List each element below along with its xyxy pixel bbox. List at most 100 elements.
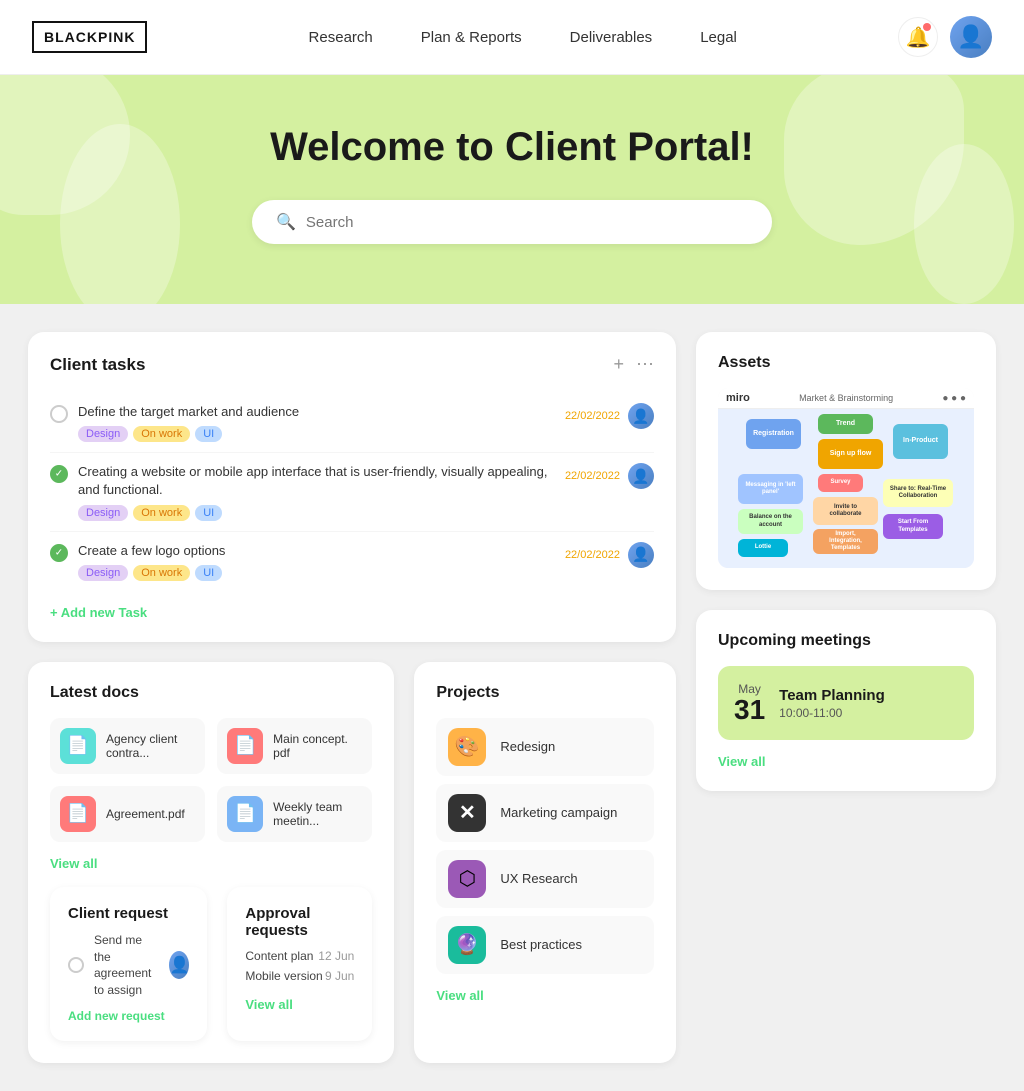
project-name-bestpractices: Best practices [500,937,582,952]
miro-subtitle: Market & Brainstorming [799,393,893,403]
task-content-2: Creating a website or mobile app interfa… [78,463,565,520]
tasks-title: Client tasks [50,355,145,375]
task-checkbox-3[interactable] [50,544,68,562]
task-text-1: Define the target market and audience [78,403,299,421]
client-tasks-card: Client tasks + ⋯ Define the target marke… [28,332,676,642]
bottom-section: Latest docs 📄 Agency client contra... 📄 … [28,662,676,1063]
approval-view-all[interactable]: View all [245,997,354,1012]
docs-view-all[interactable]: View all [50,856,372,871]
tag-ui-3: UI [195,565,222,581]
assets-card: Assets miro Market & Brainstorming ● ● ●… [696,332,996,590]
request-item: Send me the agreement to assign 👤 [68,932,189,999]
client-request-title: Client request [68,905,189,922]
meeting-name: Team Planning [779,687,885,704]
task-content-3: Create a few logo options Design On work… [78,542,225,581]
nav-legal[interactable]: Legal [700,29,737,46]
nav-research[interactable]: Research [309,29,373,46]
request-avatar: 👤 [169,951,189,979]
doc-icon-contract: 📄 [60,728,96,764]
tag-design-3: Design [78,565,128,581]
upcoming-meetings-card: Upcoming meetings May 31 Team Planning 1… [696,610,996,791]
projects-card: Projects 🎨 Redesign ✕ Marketing campaign… [414,662,676,1063]
avatar-image: 👤 [957,24,984,50]
meeting-time: 10:00-11:00 [779,706,885,720]
project-icon-redesign: 🎨 [448,728,486,766]
main-nav: Research Plan & Reports Deliverables Leg… [309,29,737,46]
project-item-marketing[interactable]: ✕ Marketing campaign [436,784,654,842]
search-icon: 🔍 [276,212,296,232]
task-row: Create a few logo options Design On work… [50,532,654,591]
miro-canvas: Registration Trend Sign up flow In-Produ… [718,409,974,568]
client-request-card: Client request Send me the agreement to … [50,887,207,1041]
task-row: Define the target market and audience De… [50,393,654,453]
task-right-3: 22/02/2022 👤 [565,542,654,568]
approval-name-2: Mobile version [245,969,322,983]
doc-name-2: Main concept. pdf [273,732,362,760]
approval-name-1: Content plan [245,949,313,963]
main-content: Client tasks + ⋯ Define the target marke… [0,304,1024,1091]
notifications-button[interactable]: 🔔 [898,17,938,57]
doc-item[interactable]: 📄 Main concept. pdf [217,718,372,774]
project-icon-bestpractices: 🔮 [448,926,486,964]
meeting-date: May 31 [734,682,765,724]
task-tags-2: Design On work UI [78,505,565,521]
tag-design-2: Design [78,505,128,521]
hero-section: Welcome to Client Portal! 🔍 [0,75,1024,304]
tag-ui-2: UI [195,505,222,521]
task-date-2: 22/02/2022 [565,470,620,482]
meeting-day: 31 [734,696,765,724]
project-name-uxresearch: UX Research [500,871,577,886]
task-avatar-3: 👤 [628,542,654,568]
meeting-info: Team Planning 10:00-11:00 [779,687,885,720]
approval-requests-card: Approval requests Content plan 12 Jun Mo… [227,887,372,1041]
task-checkbox-1[interactable] [50,405,68,423]
project-item-bestpractices[interactable]: 🔮 Best practices [436,916,654,974]
doc-item[interactable]: 📄 Agency client contra... [50,718,205,774]
project-name-redesign: Redesign [500,739,555,754]
task-row: Creating a website or mobile app interfa… [50,453,654,531]
add-request-button[interactable]: Add new request [68,1009,189,1023]
add-task-button[interactable]: + Add new Task [50,605,654,620]
request-checkbox[interactable] [68,957,84,973]
miro-header: miro Market & Brainstorming ● ● ● [718,388,974,409]
header-actions: 🔔 👤 [898,16,992,58]
task-left-2: Creating a website or mobile app interfa… [50,463,565,520]
approval-item-2: Mobile version 9 Jun [245,969,354,983]
project-name-marketing: Marketing campaign [500,805,617,820]
miro-actions: ● ● ● [942,393,966,404]
task-content-1: Define the target market and audience De… [78,403,299,442]
nav-plan-reports[interactable]: Plan & Reports [421,29,522,46]
project-item-uxresearch[interactable]: ⬡ UX Research [436,850,654,908]
task-text-3: Create a few logo options [78,542,225,560]
doc-icon-agreement: 📄 [60,796,96,832]
task-checkbox-2[interactable] [50,465,68,483]
doc-name-3: Agreement.pdf [106,807,185,821]
user-avatar[interactable]: 👤 [950,16,992,58]
tasks-actions: + ⋯ [613,354,654,375]
header: BLACKPINK Research Plan & Reports Delive… [0,0,1024,75]
project-item-redesign[interactable]: 🎨 Redesign [436,718,654,776]
latest-docs-title: Latest docs [50,684,372,702]
request-text: Send me the agreement to assign [94,932,159,999]
meetings-view-all[interactable]: View all [718,754,974,769]
project-icon-marketing: ✕ [448,794,486,832]
approval-item-1: Content plan 12 Jun [245,949,354,963]
task-left-1: Define the target market and audience De… [50,403,299,442]
logo[interactable]: BLACKPINK [32,21,147,53]
nav-deliverables[interactable]: Deliverables [570,29,653,46]
projects-view-all[interactable]: View all [436,988,654,1003]
doc-name-1: Agency client contra... [106,732,195,760]
assets-preview[interactable]: miro Market & Brainstorming ● ● ● Regist… [718,388,974,568]
right-column: Assets miro Market & Brainstorming ● ● ●… [696,332,996,1063]
doc-item[interactable]: 📄 Agreement.pdf [50,786,205,842]
tag-ui-1: UI [195,426,222,442]
search-input[interactable] [306,214,748,231]
add-task-icon[interactable]: + [613,354,624,375]
meeting-item[interactable]: May 31 Team Planning 10:00-11:00 [718,666,974,740]
task-avatar-1: 👤 [628,403,654,429]
tasks-menu-icon[interactable]: ⋯ [636,354,654,375]
latest-docs-card: Latest docs 📄 Agency client contra... 📄 … [28,662,394,1063]
doc-item[interactable]: 📄 Weekly team meetin... [217,786,372,842]
approval-title: Approval requests [245,905,354,939]
task-tags-3: Design On work UI [78,565,225,581]
